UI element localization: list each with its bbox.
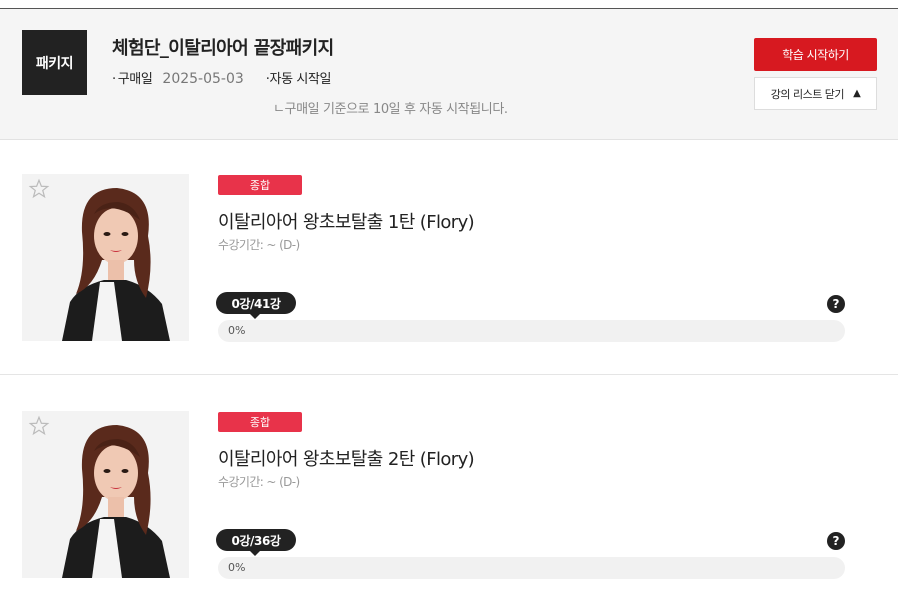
auto-start-note: ㄴ구매일 기준으로 10일 후 자동 시작됩니다.: [273, 102, 508, 117]
course-period: 수강기간: ~ (D-): [218, 238, 300, 252]
category-tag: 종합: [218, 412, 302, 432]
question-icon[interactable]: ?: [827, 532, 845, 550]
badge-pointer: [250, 314, 260, 319]
course-item: 종합 이탈리아어 왕초보탈출 1탄 (Flory) 수강기간: ~ (D-) 0…: [0, 140, 898, 375]
package-badge: 패키지: [22, 30, 87, 95]
progress-bar: 0%: [218, 320, 845, 342]
progress-percent: 0%: [228, 324, 246, 337]
bullet: ·: [112, 72, 116, 87]
course-thumbnail: [22, 411, 189, 578]
lecture-count-badge: 0강/36강: [216, 529, 296, 551]
package-meta: · 구매일 2025-05-03 · 자동 시작일: [112, 68, 331, 87]
caret-up-icon: ▲: [853, 88, 861, 99]
course-title[interactable]: 이탈리아어 왕초보탈출 1탄 (Flory): [218, 208, 475, 234]
progress-bar: 0%: [218, 557, 845, 579]
category-tag: 종합: [218, 175, 302, 195]
badge-pointer: [250, 551, 260, 556]
close-lecture-list-label: 강의 리스트 닫기: [770, 87, 845, 101]
progress-percent: 0%: [228, 561, 246, 574]
course-period: 수강기간: ~ (D-): [218, 475, 300, 489]
purchase-label: 구매일: [117, 72, 153, 87]
package-header: 패키지 체험단_이탈리아어 끝장패키지 · 구매일 2025-05-03 · 자…: [0, 9, 898, 140]
question-icon[interactable]: ?: [827, 295, 845, 313]
course-title[interactable]: 이탈리아어 왕초보탈출 2탄 (Flory): [218, 445, 475, 471]
star-outline-icon[interactable]: [28, 178, 50, 200]
purchase-date: 2025-05-03: [162, 71, 244, 87]
auto-start-label: 자동 시작일: [269, 72, 332, 87]
package-title: 체험단_이탈리아어 끝장패키지: [112, 38, 334, 59]
start-learning-button[interactable]: 학습 시작하기: [754, 38, 877, 71]
close-lecture-list-button[interactable]: 강의 리스트 닫기 ▲: [754, 77, 877, 110]
lecture-count-badge: 0강/41강: [216, 292, 296, 314]
star-outline-icon[interactable]: [28, 415, 50, 437]
course-thumbnail: [22, 174, 189, 341]
course-item: 종합 이탈리아어 왕초보탈출 2탄 (Flory) 수강기간: ~ (D-) 0…: [0, 377, 898, 594]
